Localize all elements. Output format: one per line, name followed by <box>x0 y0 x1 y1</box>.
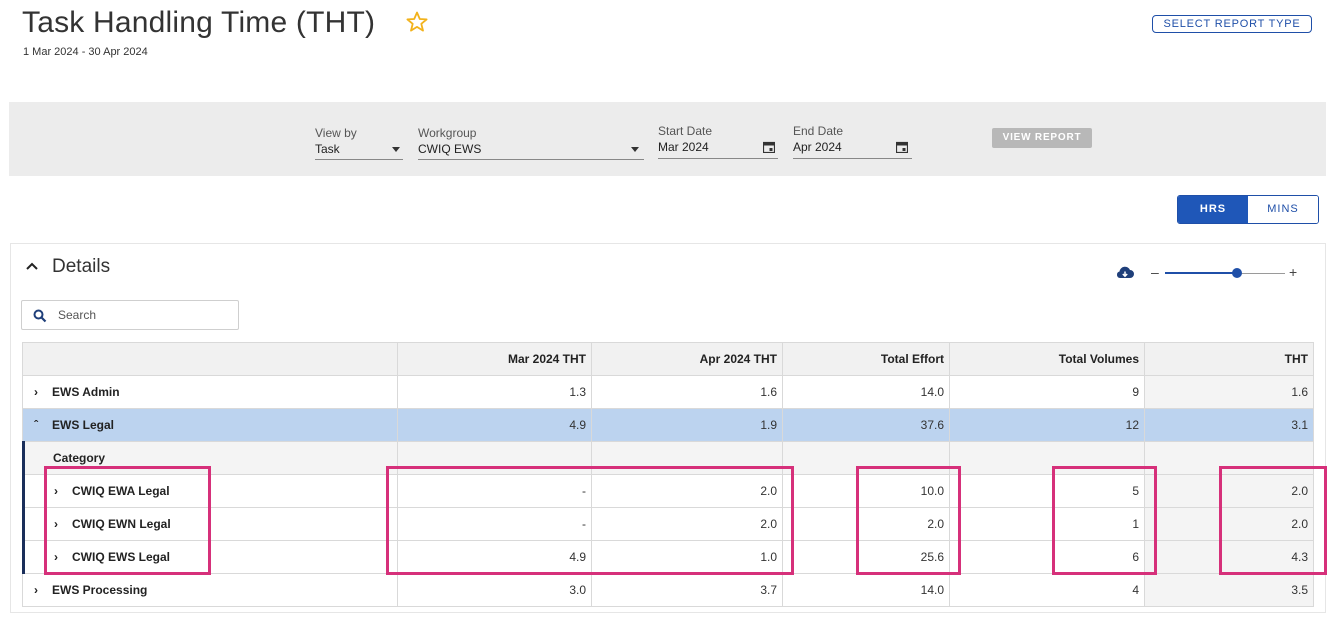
column-header-name <box>22 342 398 376</box>
cell-mar-tht: 1.3 <box>397 375 592 409</box>
cell-total-volumes: 4 <box>949 573 1145 607</box>
search-icon <box>33 309 47 323</box>
table-header-row: Mar 2024 THT Apr 2024 THT Total Effort T… <box>22 342 1314 376</box>
row-name: EWS Legal <box>52 418 115 432</box>
favorite-star-icon[interactable] <box>405 10 429 34</box>
calendar-icon[interactable] <box>896 141 908 153</box>
cell-apr-tht: 3.7 <box>591 573 783 607</box>
zoom-out-icon[interactable]: – <box>1151 264 1159 280</box>
workgroup-label: Workgroup <box>418 126 477 140</box>
annotation-box-month-tht <box>386 466 794 575</box>
row-name: EWS Processing <box>52 583 148 597</box>
zoom-slider-fill <box>1165 272 1237 274</box>
cell-mar-tht: 3.0 <box>397 573 592 607</box>
column-header-total-effort[interactable]: Total Effort <box>782 342 950 376</box>
chevron-up-icon[interactable] <box>24 258 40 274</box>
hrs-toggle-button[interactable]: HRS <box>1178 196 1248 223</box>
column-header-total-volumes[interactable]: Total Volumes <box>949 342 1145 376</box>
end-date-label: End Date <box>793 124 844 138</box>
workgroup-select[interactable]: Workgroup CWIQ EWS <box>418 126 644 160</box>
details-section-title: Details <box>52 256 111 277</box>
chevron-down-icon <box>392 147 400 152</box>
cell-tht: 1.6 <box>1144 375 1314 409</box>
chevron-up-icon[interactable]: ˆ <box>34 418 44 432</box>
report-date-range: 1 Mar 2024 - 30 Apr 2024 <box>23 46 148 58</box>
calendar-icon[interactable] <box>763 141 775 153</box>
row-name: EWS Admin <box>52 385 120 399</box>
start-date-field[interactable]: Start Date Mar 2024 <box>658 124 778 159</box>
cell-total-effort: 37.6 <box>782 408 950 442</box>
view-report-button[interactable]: VIEW REPORT <box>992 128 1092 148</box>
cell-total-effort: 14.0 <box>782 375 950 409</box>
cell-apr-tht: 1.9 <box>591 408 783 442</box>
zoom-in-icon[interactable]: + <box>1289 264 1297 280</box>
annotation-box-total-effort <box>856 466 961 575</box>
table-row[interactable]: › EWS Processing 3.0 3.7 14.0 4 3.5 <box>22 573 1314 607</box>
view-by-label: View by <box>315 126 357 140</box>
start-date-value: Mar 2024 <box>658 140 709 154</box>
zoom-slider-handle[interactable] <box>1232 268 1242 278</box>
cell-total-volumes: 9 <box>949 375 1145 409</box>
cell-tht: 3.5 <box>1144 573 1314 607</box>
cell-tht: 3.1 <box>1144 408 1314 442</box>
chevron-right-icon[interactable]: › <box>34 385 44 399</box>
annotation-box-tht <box>1219 466 1327 575</box>
column-header-apr-tht[interactable]: Apr 2024 THT <box>591 342 783 376</box>
table-row[interactable]: › EWS Admin 1.3 1.6 14.0 9 1.6 <box>22 375 1314 409</box>
search-input[interactable] <box>56 307 226 323</box>
end-date-value: Apr 2024 <box>793 140 842 154</box>
table-row[interactable]: ˆ EWS Legal 4.9 1.9 37.6 12 3.1 <box>22 408 1314 442</box>
cloud-download-icon[interactable] <box>1115 265 1135 281</box>
cell-total-volumes: 12 <box>949 408 1145 442</box>
annotation-box-names <box>44 466 211 575</box>
mins-toggle-button[interactable]: MINS <box>1248 196 1318 223</box>
cell-apr-tht: 1.6 <box>591 375 783 409</box>
column-header-mar-tht[interactable]: Mar 2024 THT <box>397 342 592 376</box>
column-header-tht[interactable]: THT <box>1144 342 1314 376</box>
cell-mar-tht: 4.9 <box>397 408 592 442</box>
annotation-box-total-volumes <box>1052 466 1157 575</box>
start-date-label: Start Date <box>658 124 713 138</box>
chevron-right-icon[interactable]: › <box>34 583 44 597</box>
workgroup-value: CWIQ EWS <box>418 142 482 156</box>
search-box[interactable] <box>21 300 239 330</box>
units-toggle: HRS MINS <box>1177 195 1319 224</box>
view-by-select[interactable]: View by Task <box>315 126 403 160</box>
page-title: Task Handling Time (THT) <box>22 6 376 39</box>
end-date-field[interactable]: End Date Apr 2024 <box>793 124 912 159</box>
select-report-type-button[interactable]: SELECT REPORT TYPE <box>1152 15 1312 33</box>
view-by-value: Task <box>315 142 340 156</box>
cell-total-effort: 14.0 <box>782 573 950 607</box>
chevron-down-icon <box>631 147 639 152</box>
